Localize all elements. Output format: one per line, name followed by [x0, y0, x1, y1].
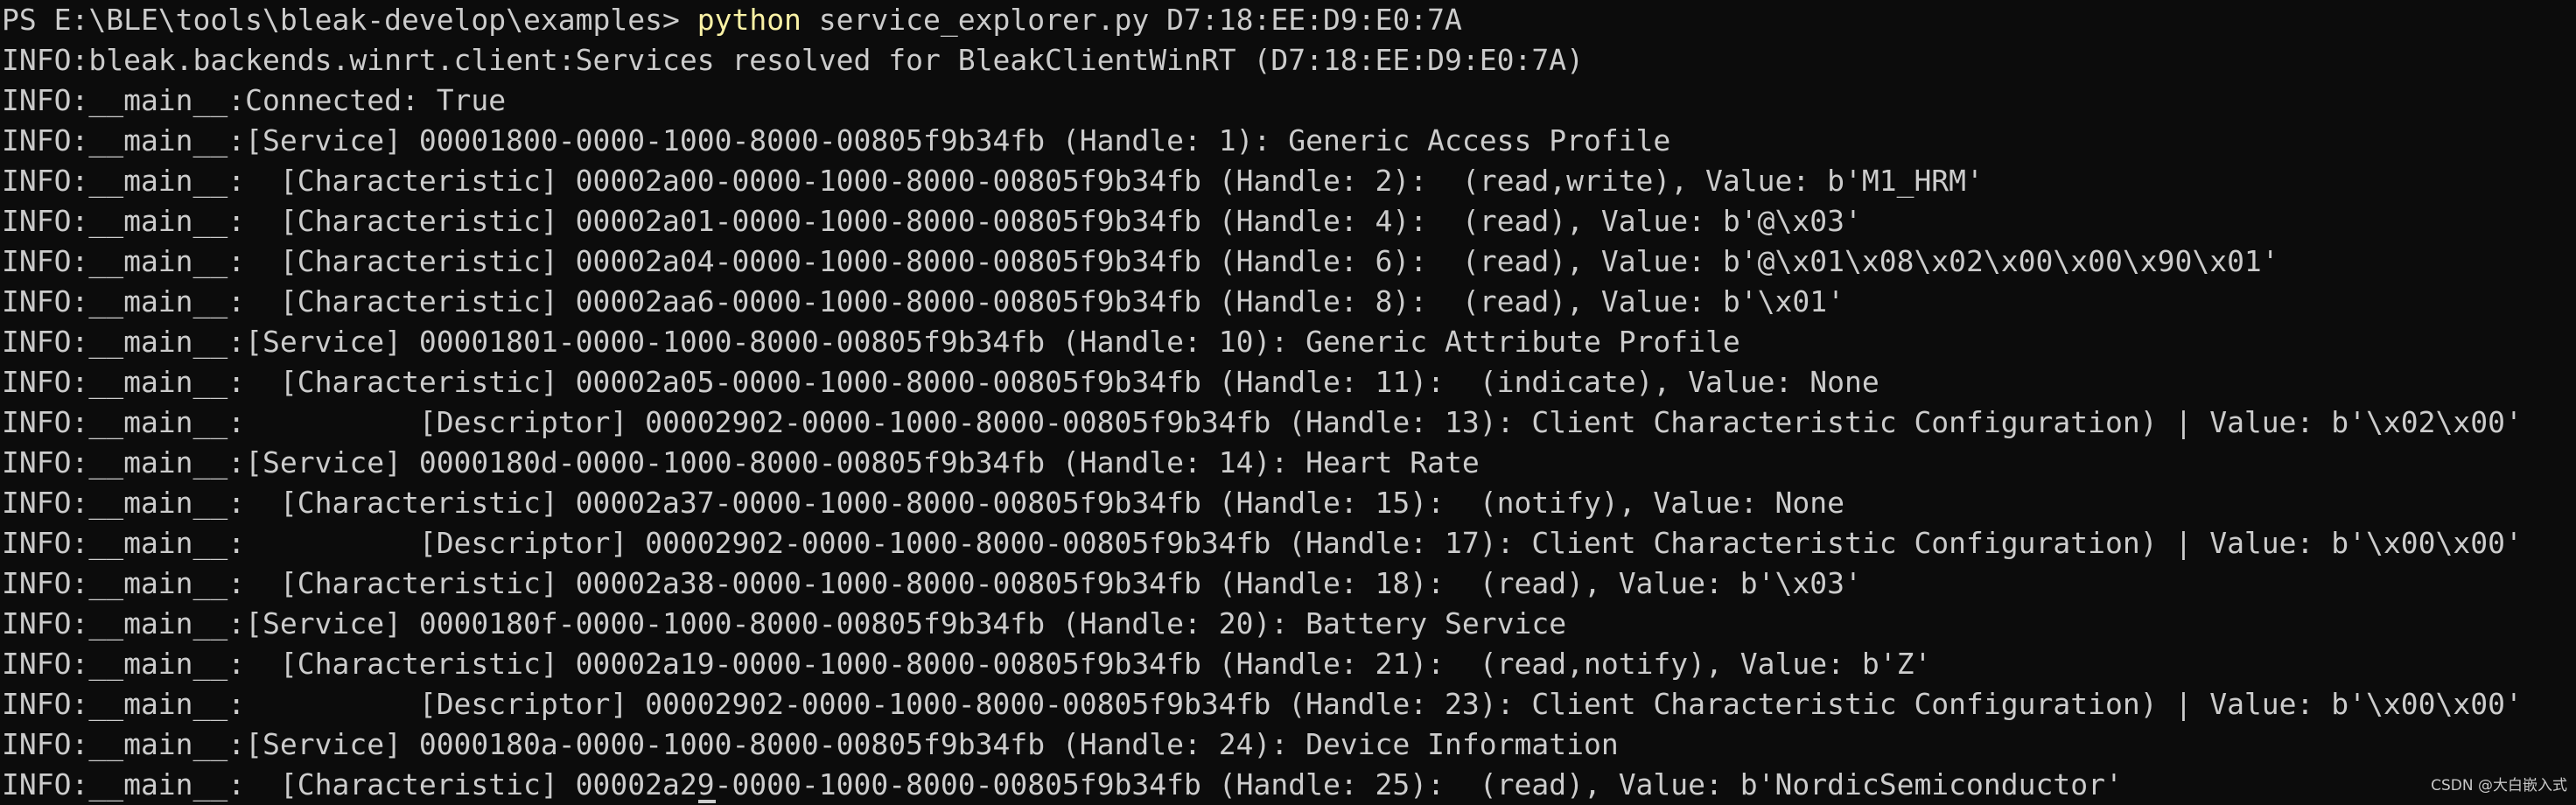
command-name: python	[696, 3, 802, 37]
output-line: INFO:__main__:Connected: True	[2, 83, 507, 117]
output-line: INFO:__main__:[Service] 00001801-0000-10…	[2, 325, 1740, 359]
output-line: INFO:__main__: [Characteristic] 00002aa6…	[2, 284, 1844, 318]
output-line: INFO:__main__: [Characteristic] 00002a04…	[2, 244, 2279, 278]
output-line: INFO:__main__:[Service] 0000180f-0000-10…	[2, 606, 1567, 640]
output-line: INFO:__main__: [Characteristic] 00002a05…	[2, 365, 1880, 399]
output-line: INFO:__main__: [Characteristic] 00002a19…	[2, 647, 1932, 681]
output-line: INFO:__main__:[Service] 00001800-0000-10…	[2, 123, 1671, 158]
output-line: INFO:bleak.backends.winrt.client:Service…	[2, 43, 1584, 77]
output-line: INFO:__main__: [Characteristic] 00002a38…	[2, 566, 1862, 600]
watermark-text: CSDN @大白嵌入式	[2431, 777, 2567, 794]
shell-prompt: PS E:\BLE\tools\bleak-develop\examples>	[2, 3, 697, 37]
command-args: service_explorer.py D7:18:EE:D9:E0:7A	[801, 3, 1462, 37]
terminal-window[interactable]: PS E:\BLE\tools\bleak-develop\examples> …	[0, 0, 2576, 805]
output-line: INFO:__main__: [Characteristic] 00002a00…	[2, 164, 1984, 198]
output-line: INFO:__main__: [Descriptor] 00002902-000…	[2, 526, 2523, 560]
output-line: INFO:__main__: [Descriptor] 00002902-000…	[2, 405, 2523, 439]
text-cursor	[698, 800, 716, 803]
output-line: INFO:__main__: [Characteristic] 00002a29…	[2, 767, 2123, 802]
output-line: INFO:__main__: [Characteristic] 00002a37…	[2, 486, 1844, 520]
command-line: PS E:\BLE\tools\bleak-develop\examples> …	[2, 0, 2576, 40]
output-line: INFO:__main__: [Characteristic] 00002a01…	[2, 204, 1862, 238]
output-line: INFO:__main__: [Descriptor] 00002902-000…	[2, 687, 2523, 721]
output-line: INFO:__main__:[Service] 0000180a-0000-10…	[2, 727, 1619, 761]
output-line: INFO:__main__:[Service] 0000180d-0000-10…	[2, 445, 1480, 480]
